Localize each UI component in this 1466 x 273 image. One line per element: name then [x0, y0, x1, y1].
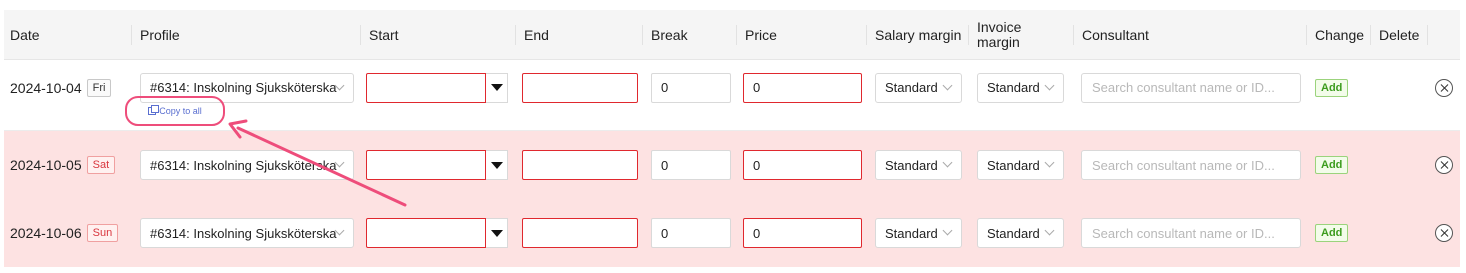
arrow-shaft	[236, 126, 407, 207]
annotation-arrow	[228, 119, 407, 207]
